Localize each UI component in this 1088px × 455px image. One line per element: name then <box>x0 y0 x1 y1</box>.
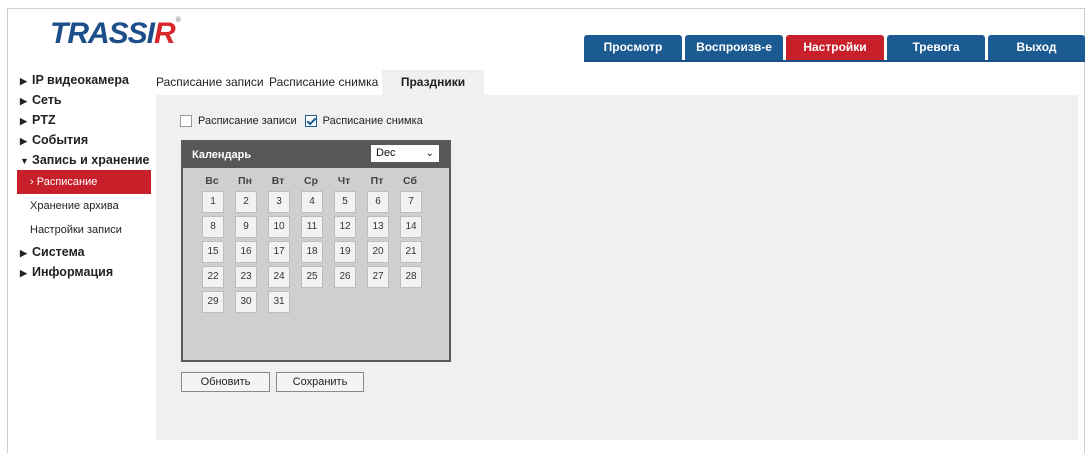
schedule-type-checks: Расписание записи Расписание снимка <box>180 115 431 127</box>
weekday-label: Вс <box>205 175 219 187</box>
expand-triangle-icon: ▶ <box>20 248 27 258</box>
collapse-triangle-icon: ▼ <box>20 156 29 166</box>
calendar-day[interactable]: 29 <box>202 291 224 313</box>
tab-snapshot-schedule[interactable]: Расписание снимка <box>269 70 378 95</box>
calendar-day[interactable]: 23 <box>235 266 257 288</box>
calendar-day[interactable]: 5 <box>334 191 356 213</box>
calendar-day[interactable]: 19 <box>334 241 356 263</box>
expand-triangle-icon: ▶ <box>20 96 27 106</box>
expand-triangle-icon: ▶ <box>20 76 27 86</box>
tab-holidays[interactable]: Праздники <box>382 70 484 95</box>
calendar-day[interactable]: 12 <box>334 216 356 238</box>
content-panel: Расписание записи Расписание снимка Кале… <box>156 95 1078 440</box>
tab-record-schedule[interactable]: Расписание записи <box>156 70 264 95</box>
calendar-day[interactable]: 8 <box>202 216 224 238</box>
sidebar-item-record-storage[interactable]: ▼ Запись и хранение <box>20 150 160 170</box>
weekday-label: Чт <box>337 175 351 187</box>
calendar-day[interactable]: 27 <box>367 266 389 288</box>
calendar-day[interactable]: 14 <box>400 216 422 238</box>
expand-triangle-icon: ▶ <box>20 268 27 278</box>
calendar-day[interactable]: 31 <box>268 291 290 313</box>
calendar-day[interactable]: 26 <box>334 266 356 288</box>
weekday-label: Пт <box>370 175 384 187</box>
expand-triangle-icon: ▶ <box>20 116 27 126</box>
sidebar-item-info[interactable]: ▶ Информация <box>20 262 160 282</box>
month-select[interactable]: Dec ⌄ <box>371 145 439 162</box>
calendar-day[interactable]: 28 <box>400 266 422 288</box>
calendar-day[interactable]: 21 <box>400 241 422 263</box>
calendar-day[interactable]: 18 <box>301 241 323 263</box>
calendar-day[interactable]: 9 <box>235 216 257 238</box>
calendar-day[interactable]: 2 <box>235 191 257 213</box>
sidebar-item-events[interactable]: ▶ События <box>20 130 160 150</box>
sidebar-item-system[interactable]: ▶ Система <box>20 242 160 262</box>
chevron-down-icon: ⌄ <box>425 148 434 159</box>
calendar-day[interactable]: 22 <box>202 266 224 288</box>
calendar-day[interactable]: 30 <box>235 291 257 313</box>
calendar-day[interactable]: 4 <box>301 191 323 213</box>
calendar-title: Календарь <box>192 149 252 161</box>
sidebar-subitem-schedule[interactable]: › Расписание <box>17 170 151 194</box>
calendar-day[interactable]: 16 <box>235 241 257 263</box>
calendar-day[interactable]: 10 <box>268 216 290 238</box>
calendar-day[interactable]: 7 <box>400 191 422 213</box>
sidebar-item-ip-camera[interactable]: ▶ IP видеокамера <box>20 70 160 90</box>
calendar-day[interactable]: 3 <box>268 191 290 213</box>
sidebar-subitem-archive-storage[interactable]: Хранение архива <box>17 194 157 218</box>
chevron-right-icon: › <box>30 176 34 188</box>
record-schedule-checkbox[interactable] <box>180 115 192 127</box>
weekday-label: Вт <box>271 175 285 187</box>
top-nav: Просмотр Воспроизв-е Настройки Тревога В… <box>584 35 1085 62</box>
sidebar-subitem-record-settings[interactable]: Настройки записи <box>17 218 157 242</box>
calendar-header: Календарь Dec ⌄ <box>183 142 449 168</box>
calendar-day[interactable]: 20 <box>367 241 389 263</box>
weekday-label: Пн <box>238 175 252 187</box>
calendar-day[interactable]: 6 <box>367 191 389 213</box>
holiday-calendar: Календарь Dec ⌄ Вс Пн Вт Ср Чт Пт Сб 1 2 3 4 5 6 7 8 9 1… <box>181 140 451 362</box>
sidebar-item-network[interactable]: ▶ Сеть <box>20 90 160 110</box>
calendar-day[interactable]: 15 <box>202 241 224 263</box>
refresh-button[interactable]: Обновить <box>181 372 270 392</box>
calendar-day[interactable]: 17 <box>268 241 290 263</box>
save-button[interactable]: Сохранить <box>276 372 364 392</box>
sidebar: ▶ IP видеокамера ▶ Сеть ▶ PTZ ▶ События ▼ Зап… <box>17 70 160 282</box>
snapshot-schedule-checkbox[interactable] <box>304 115 317 127</box>
trassir-logo: TRASSIR® <box>50 17 181 50</box>
calendar-day[interactable]: 25 <box>301 266 323 288</box>
calendar-day[interactable]: 24 <box>268 266 290 288</box>
weekday-label: Ср <box>304 175 318 187</box>
snapshot-schedule-label: Расписание снимка <box>322 115 423 127</box>
nav-tab-alarm[interactable]: Тревога <box>887 35 985 60</box>
calendar-day[interactable]: 13 <box>367 216 389 238</box>
record-schedule-label: Расписание записи <box>198 115 297 127</box>
calendar-day[interactable]: 11 <box>301 216 323 238</box>
nav-tab-view[interactable]: Просмотр <box>584 35 682 60</box>
expand-triangle-icon: ▶ <box>20 136 27 146</box>
sidebar-item-ptz[interactable]: ▶ PTZ <box>20 110 160 130</box>
weekday-label: Сб <box>403 175 417 187</box>
nav-tab-settings[interactable]: Настройки <box>786 35 884 60</box>
nav-tab-playback[interactable]: Воспроизв-е <box>685 35 783 60</box>
nav-tab-exit[interactable]: Выход <box>988 35 1085 60</box>
calendar-day[interactable]: 1 <box>202 191 224 213</box>
